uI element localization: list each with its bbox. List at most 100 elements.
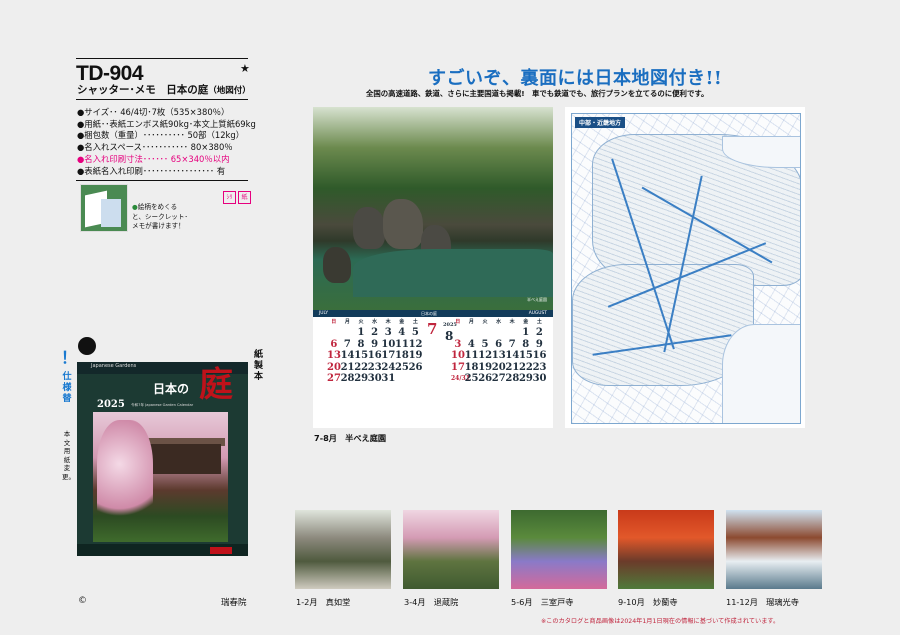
- thumbnail-photo: [511, 510, 607, 589]
- august-day: 24/31: [451, 375, 470, 383]
- july-day: 12: [408, 338, 423, 350]
- spec-list: ●サイズ･･ 46/4切･7枚（535×380％） ●用紙･･表紙エンボス紙90…: [77, 107, 256, 177]
- weekday-label: 月: [344, 319, 350, 325]
- cover-title-big: 庭: [199, 365, 233, 405]
- weekday-label: 火: [482, 319, 488, 325]
- july-day: [327, 327, 341, 339]
- july-day: 21: [340, 361, 355, 373]
- month-band: JULY 日本の庭 AUGUST: [313, 310, 553, 317]
- calendar-page: 半べえ庭園 JULY 日本の庭 AUGUST 日月火水木金土1234567891…: [313, 107, 553, 428]
- july-day: 19: [408, 350, 423, 362]
- photo-source: 瑞春院: [221, 598, 247, 608]
- japan-map: 中部・近畿地方: [571, 113, 801, 424]
- week-row: 13 14 15 16 17 18 19: [327, 350, 422, 362]
- series-badge: ｼﾘ: [223, 191, 236, 204]
- tip-text: 絵柄をめくると、シークレット･メモが書けます！: [132, 203, 188, 230]
- spec-line: ●表紙名入れ印刷･････････････････ 有: [77, 165, 226, 176]
- spec-line-highlight: ●名入れ印刷寸法･･････ 65×340％以内: [77, 153, 230, 164]
- july-day: 31: [381, 373, 396, 385]
- thumbnail-caption: 3-4月 退蔵院: [404, 597, 459, 607]
- spec-line: ●梱包数（重量）･･････････ 50部（12kg）: [77, 130, 245, 141]
- week-row: 12: [451, 327, 546, 339]
- headline: すごいぞ、裏面には日本地図付き!!: [428, 68, 723, 89]
- august-day: 14: [505, 350, 520, 362]
- product-name: シャッター･メモ 日本の庭（地図付）: [77, 82, 251, 97]
- july-day: 3: [384, 327, 392, 338]
- month-band-title: 日本の庭: [421, 311, 437, 316]
- map-page: 中部・近畿地方: [565, 107, 805, 428]
- week-row: 12345: [327, 327, 422, 339]
- star-mark: ★: [240, 62, 250, 75]
- july-day: 20: [327, 361, 341, 373]
- spec-line: ●サイズ･･ 46/4切･7枚（535×380％）: [77, 107, 230, 117]
- july-day: 29: [354, 373, 369, 385]
- august-day: 20: [491, 361, 506, 373]
- cover-photo: [93, 412, 228, 542]
- august-day: 8: [522, 338, 530, 350]
- maker-logo: [78, 337, 96, 355]
- cover-topline: Japanese Gardens: [91, 363, 137, 369]
- august-day: 23: [532, 361, 547, 373]
- august-day: 16: [532, 350, 547, 362]
- july-day: [409, 373, 423, 385]
- august-day: 6: [495, 338, 503, 350]
- weekday-label: 日: [331, 319, 337, 325]
- july-day: 28: [340, 373, 355, 385]
- july-day: [395, 373, 409, 385]
- august-day: 7: [508, 338, 516, 350]
- month-label-right: AUGUST: [528, 311, 547, 316]
- binding-label: 紙製本: [253, 350, 263, 382]
- month-number-left: 7: [427, 320, 438, 338]
- calendar-caption: 7-8月 半べえ庭園: [314, 433, 387, 443]
- july-day: 30: [367, 373, 382, 385]
- week-row: 20 21 22 23 24 25 26: [327, 362, 422, 374]
- thumbnail-photo: [295, 510, 391, 589]
- august-day: 30: [532, 373, 547, 385]
- august-day: 13: [491, 350, 506, 362]
- thumbnail-photo: [726, 510, 822, 589]
- august-day: 3: [454, 338, 462, 350]
- july-day: 16: [367, 350, 382, 362]
- weekday-label: 火: [358, 319, 364, 325]
- july-day: 1: [357, 327, 365, 338]
- july-day: 8: [357, 338, 365, 350]
- august-day: 26: [478, 373, 493, 385]
- week-row: 17 18 19 20 21 22 23: [451, 362, 546, 374]
- august-day: 11: [464, 350, 479, 362]
- week-row: 6 7 8 9 10 11 12: [327, 339, 422, 351]
- name-rule: [76, 99, 248, 100]
- july-day: 6: [330, 338, 338, 350]
- thumbnail-caption: 11-12月 瑠璃光寺: [726, 597, 799, 607]
- august-day: 25: [464, 373, 479, 385]
- august-day: 4: [467, 338, 475, 350]
- warning-detail: 本文用紙変更。: [62, 430, 75, 481]
- august-day: [451, 327, 465, 339]
- august-day: 17: [451, 361, 465, 373]
- weekday-row: 日月火水木金土: [451, 318, 546, 327]
- thumbnail-photo: [403, 510, 499, 589]
- august-day: 29: [518, 373, 533, 385]
- map-title: 中部・近畿地方: [575, 117, 626, 128]
- subheadline: 全国の高速道路、鉄道、さらに主要国道も掲載! 車でも鉄道でも、旅行プランを立てる…: [366, 89, 709, 98]
- august-day: 15: [518, 350, 533, 362]
- weekday-label: 土: [412, 319, 418, 325]
- weekday-label: 日: [455, 319, 461, 325]
- july-day: 18: [394, 350, 409, 362]
- cover-year: 2025: [97, 399, 125, 410]
- july-day: 10: [381, 338, 396, 350]
- copyright-mark: ©: [78, 596, 87, 606]
- thumbnail-caption: 9-10月 妙蘭寺: [618, 597, 678, 607]
- thumbnail-caption: 1-2月 真如堂: [296, 597, 351, 607]
- august-day: 12: [478, 350, 493, 362]
- memo-illustration: [80, 184, 128, 232]
- july-day: 9: [371, 338, 379, 350]
- thumbnail-caption: 5-6月 三室戸寺: [511, 597, 574, 607]
- weekday-label: 水: [496, 319, 502, 325]
- july-day: [341, 327, 355, 339]
- photo-credit: 半べえ庭園: [527, 297, 547, 302]
- july-day: 5: [411, 327, 419, 338]
- thumbnail-photo: [618, 510, 714, 589]
- august-day: 10: [451, 350, 465, 362]
- week-row: 27 28 29 30 31: [327, 373, 422, 385]
- august-day: 2: [535, 327, 543, 338]
